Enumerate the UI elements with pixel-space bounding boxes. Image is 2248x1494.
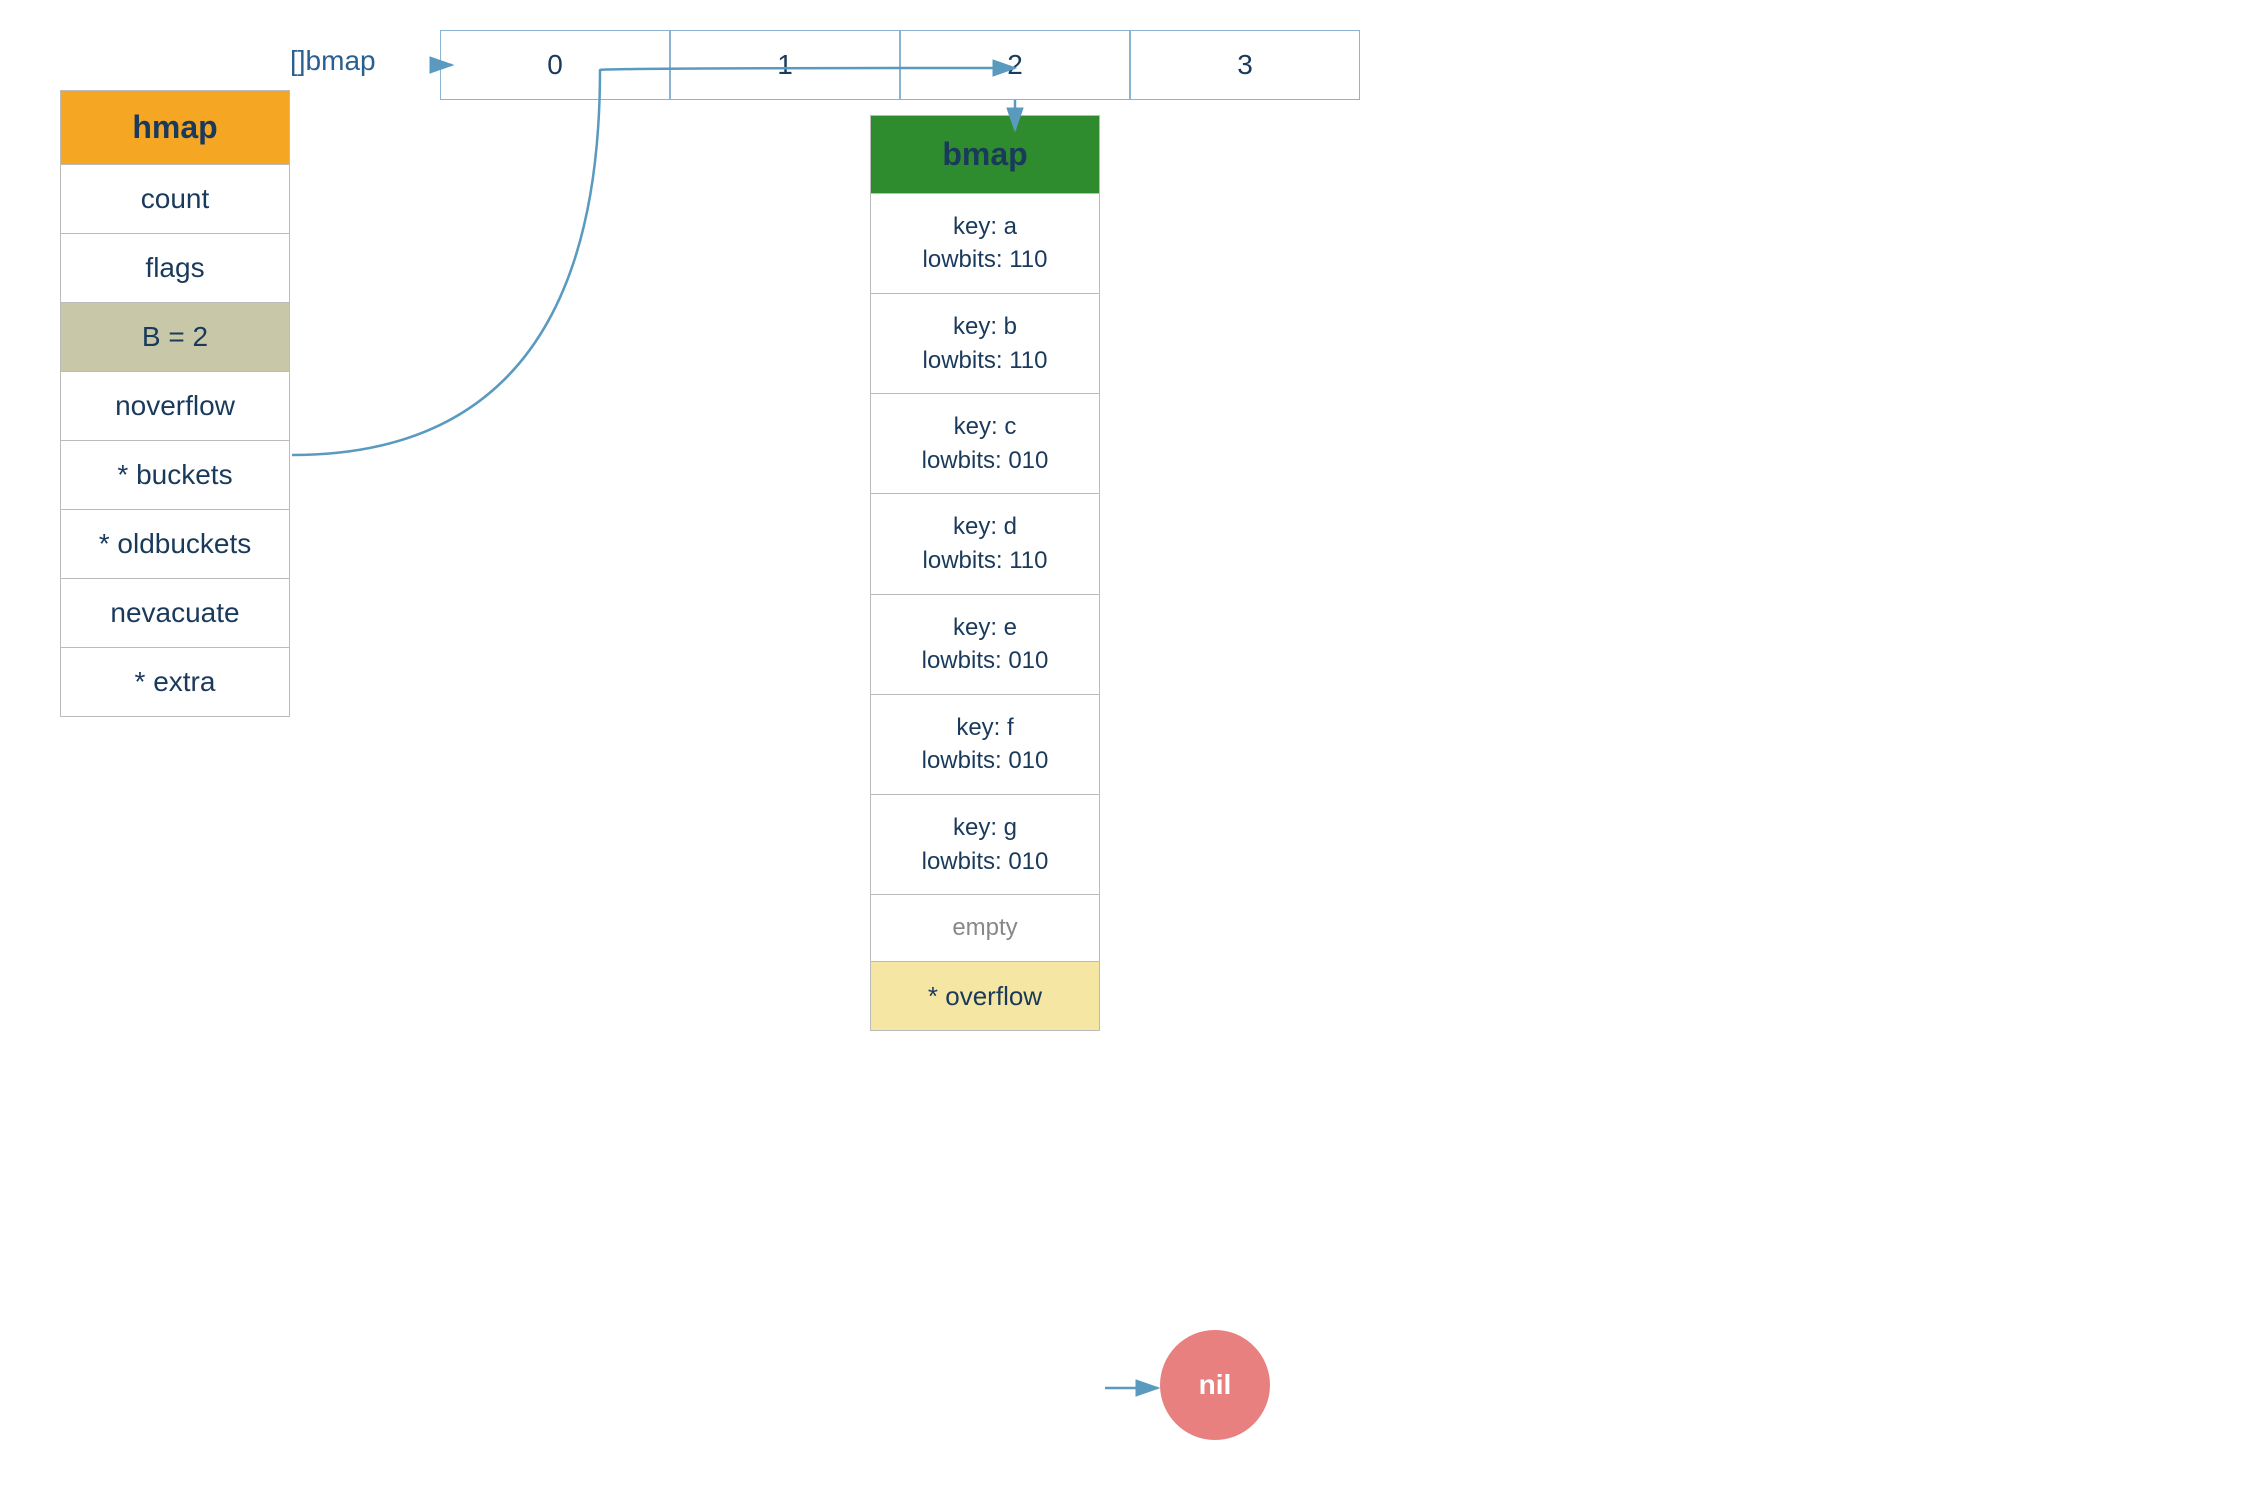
bmap-overflow: * overflow: [871, 962, 1099, 1030]
hmap-field-flags: flags: [61, 234, 289, 303]
hmap-field-b: B = 2: [61, 303, 289, 372]
bmap-entry-4: key: elowbits: 010: [871, 595, 1099, 695]
hmap-field-oldbuckets: * oldbuckets: [61, 510, 289, 579]
bmap-entry-5: key: flowbits: 010: [871, 695, 1099, 795]
bmap-col-2: 2: [900, 30, 1130, 100]
diagram-container: hmap count flags B = 2 noverflow * bucke…: [0, 0, 2248, 1494]
bmap-entry-2: key: clowbits: 010: [871, 394, 1099, 494]
bmap-struct: bmap key: alowbits: 110 key: blowbits: 1…: [870, 115, 1100, 1031]
nil-label: nil: [1199, 1369, 1232, 1401]
hmap-field-extra: * extra: [61, 648, 289, 716]
bmap-title: bmap: [871, 116, 1099, 194]
hmap-field-noverflow: noverflow: [61, 372, 289, 441]
hmap-title: hmap: [61, 91, 289, 165]
hmap-struct: hmap count flags B = 2 noverflow * bucke…: [60, 90, 290, 717]
hmap-field-buckets: * buckets: [61, 441, 289, 510]
bmap-entry-6: key: glowbits: 010: [871, 795, 1099, 895]
bmap-col-1: 1: [670, 30, 900, 100]
bmap-empty: empty: [871, 895, 1099, 962]
bmap-entry-3: key: dlowbits: 110: [871, 494, 1099, 594]
hmap-field-count: count: [61, 165, 289, 234]
arrows-svg: [0, 0, 2248, 1494]
bmap-array: 0 1 2 3: [440, 30, 1360, 100]
bmap-col-3: 3: [1130, 30, 1360, 100]
nil-circle: nil: [1160, 1330, 1270, 1440]
bmap-entry-0: key: alowbits: 110: [871, 194, 1099, 294]
bmap-array-label: []bmap: [290, 45, 376, 77]
bmap-entry-1: key: blowbits: 110: [871, 294, 1099, 394]
bmap-col-0: 0: [440, 30, 670, 100]
hmap-field-nevacuate: nevacuate: [61, 579, 289, 648]
